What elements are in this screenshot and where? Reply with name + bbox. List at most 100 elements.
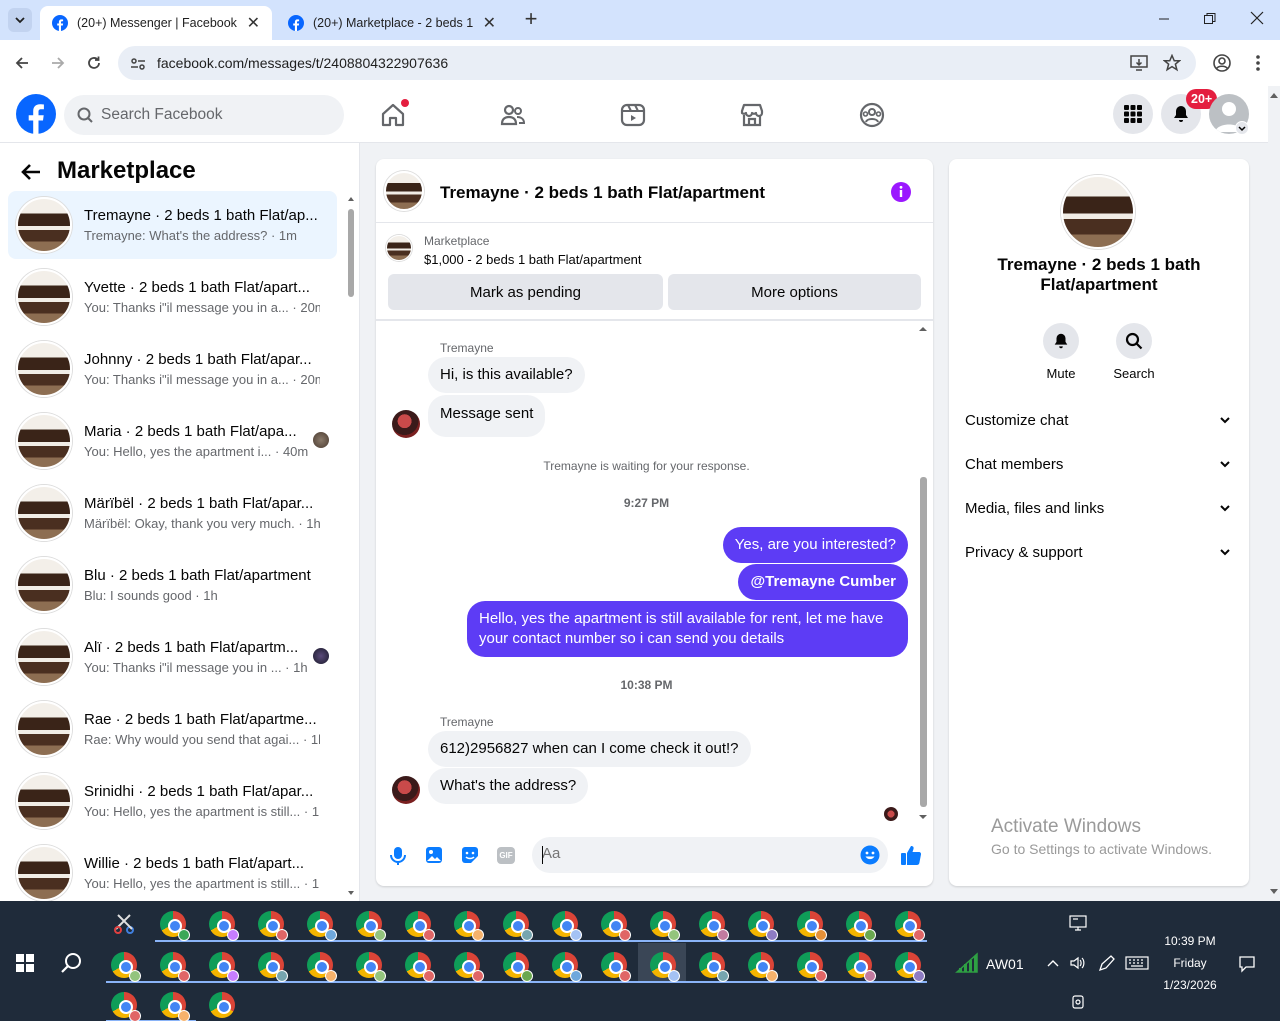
address-bar[interactable]: facebook.com/messages/t/2408804322907636: [118, 46, 1196, 80]
chrome-taskbar-icon[interactable]: [209, 911, 239, 941]
chat-item[interactable]: Alï · 2 beds 1 bath Flat/apartm... You: T…: [8, 623, 337, 691]
clock-day[interactable]: Friday: [1130, 956, 1250, 970]
device-icon[interactable]: [1070, 994, 1086, 1010]
chat-members-section[interactable]: Chat members: [965, 449, 1231, 479]
chrome-taskbar-icon[interactable]: [356, 952, 386, 982]
sticker-icon[interactable]: [461, 846, 479, 864]
network-label[interactable]: AW01: [986, 956, 1024, 972]
chrome-taskbar-icon[interactable]: [454, 952, 484, 982]
network-signal-icon[interactable]: [955, 952, 979, 974]
pen-icon[interactable]: [1097, 955, 1115, 973]
close-tab-icon[interactable]: ✕: [247, 13, 260, 33]
chrome-taskbar-icon[interactable]: [209, 992, 235, 1018]
chrome-taskbar-icon[interactable]: [748, 911, 778, 941]
chat-item[interactable]: Märïbël · 2 beds 1 bath Flat/apar... Märï…: [8, 479, 337, 547]
chrome-taskbar-icon[interactable]: [699, 911, 729, 941]
chrome-taskbar-icon[interactable]: [160, 952, 190, 982]
chat-item[interactable]: Johnny · 2 beds 1 bath Flat/apar... You: …: [8, 335, 337, 403]
incoming-message[interactable]: 612)2956827 when can I come check it out…: [428, 731, 751, 767]
thumbs-up-icon[interactable]: [900, 844, 922, 866]
marketplace-nav-button[interactable]: [738, 101, 766, 129]
conversation-title[interactable]: Tremayne · 2 beds 1 bath Flat/apartment: [440, 183, 765, 203]
chrome-taskbar-icon[interactable]: [454, 911, 484, 941]
message-scrollbar[interactable]: [918, 325, 928, 821]
chrome-taskbar-icon[interactable]: [258, 952, 288, 982]
chrome-taskbar-icon[interactable]: [895, 952, 925, 982]
scrollbar-thumb[interactable]: [348, 209, 354, 297]
chrome-taskbar-icon[interactable]: [160, 992, 190, 1021]
groups-nav-button[interactable]: [858, 101, 886, 129]
page-scrollbar[interactable]: [1268, 86, 1280, 901]
profile-icon[interactable]: [1212, 53, 1232, 73]
mute-button[interactable]: Mute: [1041, 323, 1081, 381]
account-chevron-icon[interactable]: [1235, 121, 1249, 135]
chrome-taskbar-icon[interactable]: [111, 992, 141, 1021]
search-icon[interactable]: [61, 952, 83, 974]
restore-button[interactable]: [1203, 12, 1219, 28]
snipping-tool-icon[interactable]: [112, 911, 136, 935]
tab-search-button[interactable]: [8, 8, 32, 32]
message-input[interactable]: [542, 845, 842, 862]
friends-nav-button[interactable]: [499, 101, 527, 129]
incoming-message[interactable]: What's the address?: [428, 768, 589, 804]
menu-button[interactable]: [1113, 94, 1153, 134]
gif-icon[interactable]: GIF: [497, 847, 515, 864]
search-in-chat-button[interactable]: Search: [1109, 323, 1159, 381]
site-settings-icon[interactable]: [130, 56, 146, 72]
outgoing-message[interactable]: Yes, are you interested?: [722, 527, 908, 563]
forward-button[interactable]: [47, 52, 69, 74]
chat-item[interactable]: Srinidhi · 2 beds 1 bath Flat/apar... You…: [8, 767, 337, 835]
tab-messenger[interactable]: (20+) Messenger | Facebook ✕: [40, 6, 272, 40]
info-icon[interactable]: [890, 181, 912, 203]
chevron-up-icon[interactable]: [1046, 957, 1060, 969]
chrome-taskbar-icon[interactable]: [111, 952, 141, 982]
bookmark-star-icon[interactable]: [1163, 54, 1181, 72]
outgoing-mention[interactable]: @Tremayne Cumber: [738, 564, 908, 600]
display-icon[interactable]: [1069, 915, 1087, 931]
chat-item[interactable]: Tremayne · 2 beds 1 bath Flat/ap... Trema…: [8, 191, 337, 259]
chrome-taskbar-icon[interactable]: [405, 952, 435, 982]
video-nav-button[interactable]: [619, 101, 647, 129]
chat-item[interactable]: Rae · 2 beds 1 bath Flat/apartme... Rae: …: [8, 695, 337, 763]
chrome-taskbar-icon[interactable]: [552, 911, 582, 941]
chrome-taskbar-icon[interactable]: [258, 911, 288, 941]
chrome-taskbar-icon[interactable]: [650, 952, 680, 982]
conversation-thumbnail[interactable]: [384, 171, 424, 211]
chrome-taskbar-icon[interactable]: [650, 911, 680, 941]
clock-date[interactable]: 1/23/2026: [1130, 978, 1250, 992]
tab-marketplace[interactable]: (20+) Marketplace - 2 beds 1 bath ✕: [276, 6, 508, 40]
new-tab-button[interactable]: +: [519, 8, 543, 32]
browser-menu-icon[interactable]: [1250, 54, 1266, 72]
chrome-taskbar-icon[interactable]: [307, 952, 337, 982]
mark-as-pending-button[interactable]: Mark as pending: [388, 274, 663, 310]
chrome-taskbar-icon[interactable]: [797, 911, 827, 941]
back-arrow-button[interactable]: [20, 161, 44, 185]
facebook-search[interactable]: [64, 95, 344, 135]
chrome-taskbar-icon[interactable]: [748, 952, 778, 982]
chrome-taskbar-icon[interactable]: [699, 952, 729, 982]
speaker-icon[interactable]: [1069, 955, 1085, 971]
chat-item[interactable]: Willie · 2 beds 1 bath Flat/apart... You:…: [8, 839, 337, 901]
chat-item[interactable]: Maria · 2 beds 1 bath Flat/apa... You: He…: [8, 407, 337, 475]
chat-item[interactable]: Blu · 2 beds 1 bath Flat/apartment Blu: I…: [8, 551, 337, 619]
close-tab-icon[interactable]: ✕: [483, 13, 496, 33]
chrome-taskbar-icon[interactable]: [552, 952, 582, 982]
photo-icon[interactable]: [425, 846, 443, 864]
facebook-logo-icon[interactable]: [16, 94, 56, 134]
back-button[interactable]: [11, 52, 33, 74]
more-options-button[interactable]: More options: [668, 274, 921, 310]
chrome-taskbar-icon[interactable]: [797, 952, 827, 982]
close-window-button[interactable]: [1249, 10, 1265, 26]
incoming-message[interactable]: Hi, is this available?: [428, 357, 585, 393]
home-nav-button[interactable]: [379, 99, 409, 129]
incoming-message[interactable]: Message sent: [428, 395, 546, 437]
chrome-taskbar-icon[interactable]: [601, 911, 631, 941]
profile-thumbnail[interactable]: [1061, 175, 1135, 249]
chat-item[interactable]: Yvette · 2 beds 1 bath Flat/apart... You:…: [8, 263, 337, 331]
install-app-icon[interactable]: [1130, 55, 1148, 71]
chrome-taskbar-icon[interactable]: [405, 911, 435, 941]
chrome-taskbar-icon[interactable]: [601, 952, 631, 982]
scrollbar-thumb[interactable]: [920, 477, 927, 807]
chrome-taskbar-icon[interactable]: [846, 952, 876, 982]
outgoing-message[interactable]: Hello, yes the apartment is still availa…: [467, 601, 908, 657]
